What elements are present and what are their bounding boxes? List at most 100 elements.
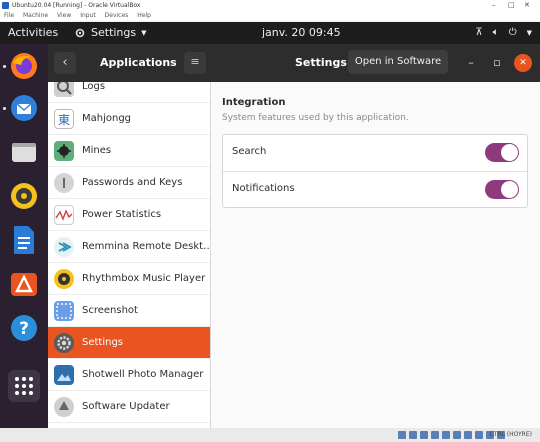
restore-icon[interactable]: ▫: [488, 54, 506, 72]
screenshot-icon: [54, 300, 74, 321]
app-label: Shotwell Photo Manager: [82, 369, 204, 380]
settings-window: ‹ Applications ≡ Settings Open in Softwa…: [48, 44, 540, 428]
applications-title: Applications: [100, 56, 177, 69]
list-item[interactable]: Rhythmbox Music Player: [48, 263, 210, 295]
vbox-title-text: Ubuntu20.04 [Running] - Oracle VirtualBo…: [12, 2, 141, 9]
files-icon[interactable]: [8, 136, 40, 168]
thunderbird-icon[interactable]: [8, 92, 40, 124]
power-icon: ⏻: [508, 27, 517, 38]
audio-icon[interactable]: [420, 431, 428, 439]
activities-button[interactable]: Activities: [8, 22, 58, 44]
list-item[interactable]: Mines: [48, 135, 210, 167]
firefox-icon[interactable]: [8, 50, 40, 82]
mahjongg-icon: 東: [54, 108, 74, 129]
vbox-maximize-icon[interactable]: □: [508, 0, 515, 11]
integration-list: Search Notifications: [222, 134, 528, 208]
notifications-toggle[interactable]: [485, 180, 519, 199]
toggle-knob: [501, 144, 518, 161]
open-in-software-button[interactable]: Open in Software: [348, 50, 448, 74]
vbox-titlebar: Ubuntu20.04 [Running] - Oracle VirtualBo…: [0, 0, 540, 11]
app-label: Logs: [82, 82, 106, 92]
vbox-statusbar: CTRL (HOYRE): [0, 428, 540, 442]
section-subtitle: System features used by this application…: [222, 113, 409, 123]
updater-icon: [54, 396, 74, 417]
list-item[interactable]: Shotwell Photo Manager: [48, 359, 210, 391]
vbox-menu-file[interactable]: File: [4, 12, 14, 19]
recording-icon[interactable]: [475, 431, 483, 439]
list-item[interactable]: Power Statistics: [48, 199, 210, 231]
app-label: Software Updater: [82, 401, 170, 412]
app-menu[interactable]: Settings ▼: [74, 22, 147, 44]
chevron-down-icon: ▼: [526, 29, 532, 37]
shared-folder-icon[interactable]: [453, 431, 461, 439]
system-tray[interactable]: ⊼ 🔈︎ ⏻ ▼: [475, 22, 532, 44]
passwords-icon: [54, 172, 74, 193]
vbox-menu-devices[interactable]: Devices: [105, 12, 129, 19]
list-item[interactable]: Software Updater: [48, 391, 210, 423]
host-key-label: CTRL (HOYRE): [489, 431, 533, 438]
power-stats-icon: [54, 204, 74, 225]
rhythmbox-icon[interactable]: [8, 180, 40, 212]
list-item[interactable]: Passwords and Keys: [48, 167, 210, 199]
app-label: Power Statistics: [82, 209, 162, 220]
gnome-top-bar: Activities Settings ▼ janv. 20 09:45 ⊼ 🔈…: [0, 22, 540, 44]
shotwell-icon: [54, 364, 74, 385]
running-indicator: [3, 107, 6, 110]
notifications-row: Notifications: [223, 172, 527, 208]
vbox-menubar: File Machine View Input Devices Help: [0, 11, 540, 21]
show-apps-icon[interactable]: [8, 370, 40, 402]
list-item[interactable]: Screenshot: [48, 295, 210, 327]
app-label: Rhythmbox Music Player: [82, 273, 206, 284]
app-label: Passwords and Keys: [82, 177, 183, 188]
close-icon[interactable]: ✕: [514, 54, 532, 72]
guest-screen: Activities Settings ▼ janv. 20 09:45 ⊼ 🔈…: [0, 22, 540, 428]
vbox-minimize-icon[interactable]: –: [492, 0, 496, 11]
dock: ?: [0, 44, 48, 428]
svg-text:東: 東: [58, 113, 70, 127]
logs-icon: [54, 82, 74, 97]
running-indicator: [3, 65, 6, 68]
volume-icon: 🔈︎: [492, 27, 499, 38]
toggle-knob: [501, 181, 518, 198]
usb-icon[interactable]: [442, 431, 450, 439]
clock[interactable]: janv. 20 09:45: [262, 22, 341, 44]
app-label: Mahjongg: [82, 113, 132, 124]
vbox-menu-input[interactable]: Input: [80, 12, 96, 19]
vbox-menu-machine[interactable]: Machine: [23, 12, 48, 19]
vbox-menu-view[interactable]: View: [57, 12, 71, 19]
gear-icon: [75, 28, 85, 38]
hamburger-menu-button[interactable]: ≡: [184, 52, 206, 74]
back-button[interactable]: ‹: [54, 52, 76, 74]
search-toggle[interactable]: [485, 143, 519, 162]
notifications-label: Notifications: [232, 183, 295, 194]
applications-list[interactable]: Logs 東 Mahjongg Mines Passwords and Keys…: [48, 82, 211, 428]
app-permissions-panel: Integration System features used by this…: [212, 82, 540, 428]
svg-text:?: ?: [19, 319, 29, 339]
writer-icon[interactable]: [8, 224, 40, 256]
remmina-icon: [54, 236, 74, 257]
app-menu-label: Settings: [91, 26, 137, 39]
software-icon[interactable]: [8, 268, 40, 300]
help-icon[interactable]: ?: [8, 312, 40, 344]
network-icon[interactable]: [431, 431, 439, 439]
optical-icon[interactable]: [409, 431, 417, 439]
minimize-icon[interactable]: –: [462, 54, 480, 72]
settings-icon: [54, 332, 74, 353]
vbox-menu-help[interactable]: Help: [137, 12, 151, 19]
mines-icon: [54, 140, 74, 161]
list-item[interactable]: 東 Mahjongg: [48, 103, 210, 135]
app-label: Mines: [82, 145, 112, 156]
list-item[interactable]: Remmina Remote Deskt…: [48, 231, 211, 263]
vbox-close-icon[interactable]: ✕: [524, 0, 530, 11]
hdd-icon[interactable]: [398, 431, 406, 439]
app-label: Screenshot: [82, 305, 138, 316]
panel-title: Settings: [295, 56, 347, 69]
rhythmbox-icon: [54, 268, 74, 289]
list-item[interactable]: Logs: [48, 82, 210, 103]
app-label: Remmina Remote Deskt…: [82, 241, 211, 252]
display-icon[interactable]: [464, 431, 472, 439]
list-item-selected[interactable]: Settings: [48, 327, 210, 359]
network-icon: ⊼: [475, 27, 483, 38]
search-label: Search: [232, 146, 267, 157]
virtualbox-icon: [2, 2, 9, 9]
